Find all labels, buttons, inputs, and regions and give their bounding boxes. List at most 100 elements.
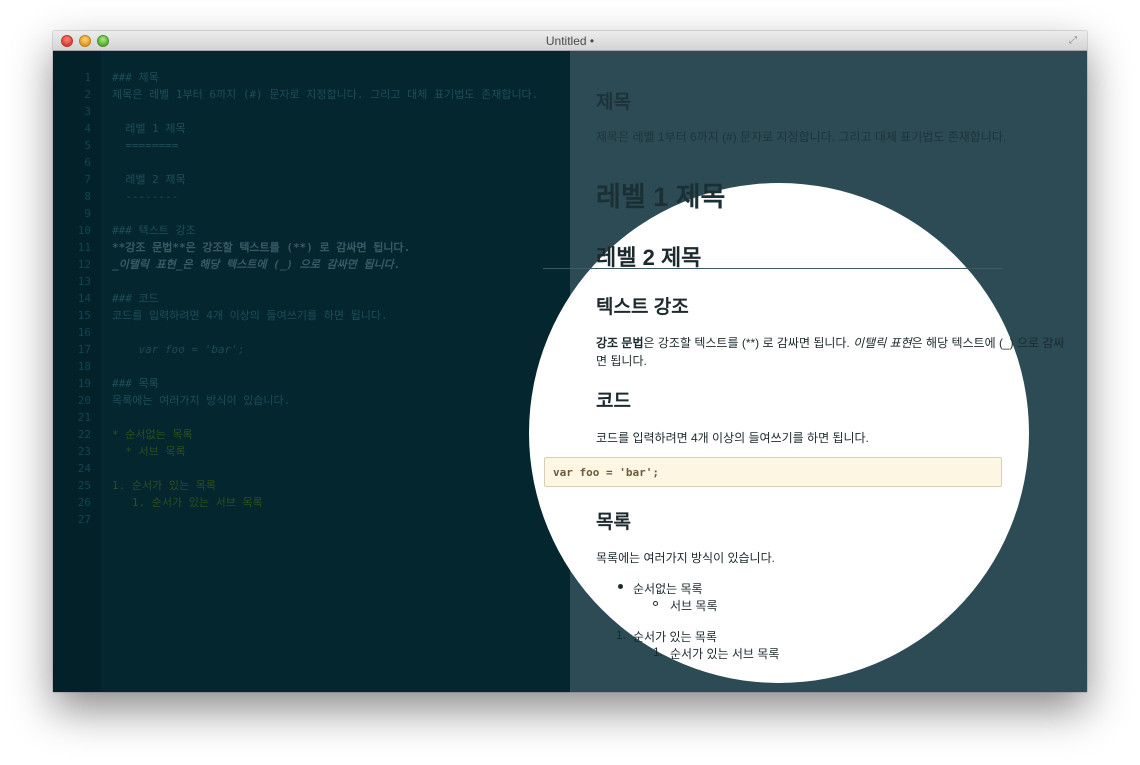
line-number: 9 [84,207,91,220]
editor-line-text[interactable]: ### 텍스트 강조 [112,222,196,239]
preview-heading-list: 목록 [596,512,631,533]
line-number: 24 [77,462,91,475]
line-number: 8 [84,190,91,203]
line-number: 14 [77,292,91,305]
line-number: 15 [77,309,91,322]
line-number: 3 [84,105,91,118]
line-number: 16 [77,326,91,339]
editor-line[interactable]: 5 ======== [53,137,570,154]
editor-line-text[interactable]: 제목은 레벨 1부터 6까지 (#) 문자로 지정합니다. 그리고 대체 표기법… [112,86,538,103]
editor-line[interactable]: 22 * 순서없는 목록 [53,426,570,443]
editor-line-text[interactable]: 레벨 2 제목 [112,171,185,188]
line-number: 1 [84,71,91,84]
editor-line[interactable]: 25 1. 순서가 있는 목록 [53,477,570,494]
editor-line[interactable]: 3 [53,103,570,120]
line-number: 7 [84,173,91,186]
line-number: 22 [77,428,91,441]
editor-line[interactable]: 23 * 서브 목록 [53,443,570,460]
editor-line[interactable]: 17 var foo = 'bar'; [53,341,570,358]
editor-line[interactable]: 11 **강조 문법**은 강조할 텍스트를 (**) 로 감싸면 됩니다. [53,239,570,256]
editor-line[interactable]: 1 ### 제목 [53,69,570,86]
line-number: 10 [77,224,91,237]
editor-line[interactable]: 20 목록에는 여러가지 방식이 있습니다. [53,392,570,409]
line-number: 18 [77,360,91,373]
editor-line[interactable]: 6 [53,154,570,171]
line-number: 20 [77,394,91,407]
editor-line-text[interactable]: ======== [112,137,178,154]
ordered-sublist-number: 1. [653,645,664,659]
bold-text: 강조 문법 [596,336,644,350]
line-number: 12 [77,258,91,271]
editor-line-text[interactable]: **강조 문법**은 강조할 텍스트를 (**) 로 감싸면 됩니다. [112,239,410,256]
editor-line[interactable]: 13 [53,273,570,290]
window-title: Untitled • [545,34,595,48]
ordered-sublist-item: 순서가 있는 서브 목록 [670,647,780,661]
editor-line[interactable]: 15 코드를 입력하려면 4개 이상의 들여쓰기를 하면 됩니다. [53,307,570,324]
fullscreen-icon[interactable]: ⤢ [1067,35,1079,47]
line-number: 27 [77,513,91,526]
editor-line-text[interactable]: 1. 순서가 있는 목록 [112,477,216,494]
editor-line-text[interactable]: 1. 순서가 있는 서브 목록 [112,494,263,511]
editor-line[interactable]: 18 [53,358,570,375]
preview-paragraph-emphasis: 강조 문법은 강조할 텍스트를 (**) 로 감싸면 됩니다. 이탤릭 표현은 … [596,334,1064,351]
editor-line-text[interactable]: ### 목록 [112,375,159,392]
editor-line[interactable]: 4 레벨 1 제목 [53,120,570,137]
editor-line[interactable]: 14 ### 코드 [53,290,570,307]
editor-line-text[interactable]: 목록에는 여러가지 방식이 있습니다. [112,392,290,409]
heading-underline [543,268,1003,269]
preview-heading-code: 코드 [596,391,631,412]
editor-line[interactable]: 12 _이탤릭 표현_은 해당 텍스트에 (_) 으로 감싸면 됩니다. [53,256,570,273]
editor-line[interactable]: 21 [53,409,570,426]
ordered-list-number: 1. [616,628,627,642]
editor-line-text[interactable]: var foo = 'bar'; [112,341,244,358]
bullet-disc-icon [618,584,623,589]
editor-line-text[interactable]: -------- [112,188,178,205]
editor-line-text[interactable]: ### 제목 [112,69,159,86]
editor-line[interactable]: 26 1. 순서가 있는 서브 목록 [53,494,570,511]
preview-heading-level1: 레벨 1 제목 [596,182,726,212]
line-number: 25 [77,479,91,492]
editor-line[interactable]: 19 ### 목록 [53,375,570,392]
line-number: 13 [77,275,91,288]
unordered-list-item: 순서없는 목록 [633,582,703,596]
line-number: 26 [77,496,91,509]
line-number: 5 [84,139,91,152]
markdown-editor[interactable]: 1 ### 제목 2 제목은 레벨 1부터 6까지 (#) 문자로 지정합니다. 그리… [53,51,570,692]
editor-line[interactable]: 2 제목은 레벨 1부터 6까지 (#) 문자로 지정합니다. 그리고 대체 표기… [53,86,570,103]
line-number: 23 [77,445,91,458]
preview-paragraph-emphasis-cont: 면 됩니다. [596,354,647,368]
editor-line-text[interactable]: ### 코드 [112,290,159,307]
preview-heading-emphasis: 텍스트 강조 [596,297,689,318]
line-number: 19 [77,377,91,390]
editor-line[interactable]: 16 [53,324,570,341]
italic-text: 이탤릭 표현 [853,336,912,350]
line-number: 21 [77,411,91,424]
code-block: var foo = 'bar'; [544,457,1002,487]
editor-line[interactable]: 8 -------- [53,188,570,205]
line-number: 4 [84,122,91,135]
unordered-sublist-item: 서브 목록 [670,599,718,613]
editor-line-text[interactable]: 코드를 입력하려면 4개 이상의 들여쓰기를 하면 됩니다. [112,307,388,324]
code-text: var foo = 'bar'; [553,466,659,479]
editor-line-text[interactable]: 레벨 1 제목 [112,120,185,137]
line-number: 17 [77,343,91,356]
paragraph-segment: 은 강조할 텍스트를 (**) 로 감싸면 됩니다. [643,336,854,350]
editor-line-text[interactable]: _이탤릭 표현_은 해당 텍스트에 (_) 으로 감싸면 됩니다. [112,256,401,273]
editor-line-text[interactable]: * 서브 목록 [112,443,185,460]
paragraph-segment: 은 해당 텍스트에 (_) 으로 감싸 [911,336,1065,350]
preview-heading-title: 제목 [596,92,631,113]
editor-line[interactable]: 9 [53,205,570,222]
editor-line[interactable]: 24 [53,460,570,477]
line-number: 11 [77,241,91,254]
line-number: 2 [84,88,91,101]
bullet-circle-icon [653,601,658,606]
editor-line-text[interactable]: * 순서없는 목록 [112,426,193,443]
editor-line[interactable]: 10 ### 텍스트 강조 [53,222,570,239]
preview-paragraph-code: 코드를 입력하려면 4개 이상의 들여쓰기를 하면 됩니다. [596,431,869,445]
editor-line[interactable]: 27 [53,511,570,528]
preview-paragraph-title: 제목은 레벨 1부터 6까지 (#) 문자로 지정합니다. 그리고 대체 표기법… [596,130,1007,144]
editor-line[interactable]: 7 레벨 2 제목 [53,171,570,188]
title-bar[interactable]: Untitled • ⤢ [53,31,1087,51]
ordered-list-item: 순서가 있는 목록 [633,630,717,644]
preview-paragraph-list: 목록에는 여러가지 방식이 있습니다. [596,551,775,565]
